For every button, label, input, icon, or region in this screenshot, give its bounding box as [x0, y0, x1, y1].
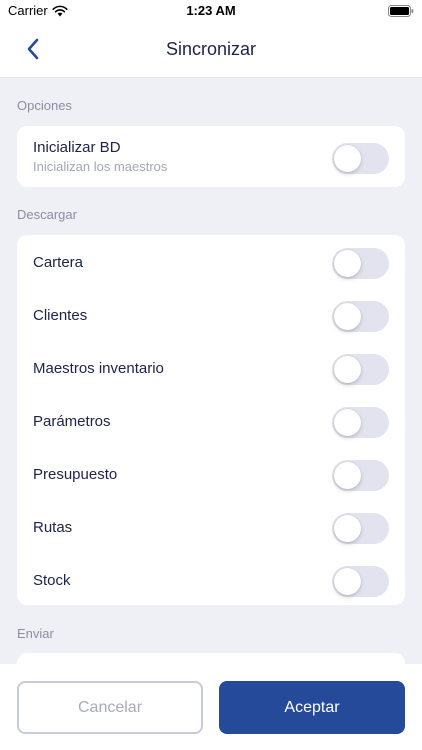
cancel-button[interactable]: Cancelar — [17, 681, 203, 734]
download-label: Stock — [33, 572, 71, 589]
toggle-knob — [334, 515, 361, 542]
init-db-toggle[interactable] — [332, 143, 389, 174]
download-row-presupuesto: Presupuesto — [17, 447, 405, 500]
toggle-knob — [334, 409, 361, 436]
section-header-send: Enviar — [17, 626, 54, 641]
option-sublabel: Inicializan los maestros — [33, 159, 168, 174]
section-header-options: Opciones — [17, 98, 72, 113]
bottom-action-bar: Cancelar Aceptar — [0, 664, 422, 750]
options-card: Inicializar BD Inicializan los maestros — [17, 126, 405, 187]
stock-toggle[interactable] — [332, 566, 389, 597]
option-row-init-db: Inicializar BD Inicializan los maestros — [17, 126, 405, 187]
option-label: Inicializar BD — [33, 139, 121, 156]
parametros-toggle[interactable] — [332, 407, 389, 438]
maestros-inventario-toggle[interactable] — [332, 354, 389, 385]
presupuesto-toggle[interactable] — [332, 460, 389, 491]
toggle-knob — [334, 462, 361, 489]
toggle-knob — [334, 356, 361, 383]
section-header-download: Descargar — [17, 207, 77, 222]
download-row-stock: Stock — [17, 553, 405, 606]
accept-button[interactable]: Aceptar — [219, 681, 405, 734]
status-bar: Carrier 1:23 AM — [0, 0, 422, 20]
rutas-toggle[interactable] — [332, 513, 389, 544]
download-label: Maestros inventario — [33, 360, 164, 377]
status-time: 1:23 AM — [186, 3, 236, 18]
clientes-toggle[interactable] — [332, 301, 389, 332]
toggle-knob — [334, 568, 361, 595]
download-row-maestros-inventario: Maestros inventario — [17, 341, 405, 394]
download-row-rutas: Rutas — [17, 500, 405, 553]
download-card: Cartera Clientes Maestros inventario Par… — [17, 235, 405, 605]
download-row-clientes: Clientes — [17, 288, 405, 341]
download-label: Presupuesto — [33, 466, 118, 483]
cartera-toggle[interactable] — [332, 248, 389, 279]
download-label: Parámetros — [33, 413, 111, 430]
toggle-knob — [334, 303, 361, 330]
toggle-knob — [334, 250, 361, 277]
download-label: Clientes — [33, 307, 88, 324]
toggle-knob — [334, 145, 361, 172]
navigation-bar: Sincronizar — [0, 20, 422, 78]
download-row-parametros: Parámetros — [17, 394, 405, 447]
download-label: Rutas — [33, 519, 73, 536]
download-row-cartera: Cartera — [17, 235, 405, 288]
page-title: Sincronizar — [165, 39, 257, 59]
download-label: Cartera — [33, 254, 84, 271]
